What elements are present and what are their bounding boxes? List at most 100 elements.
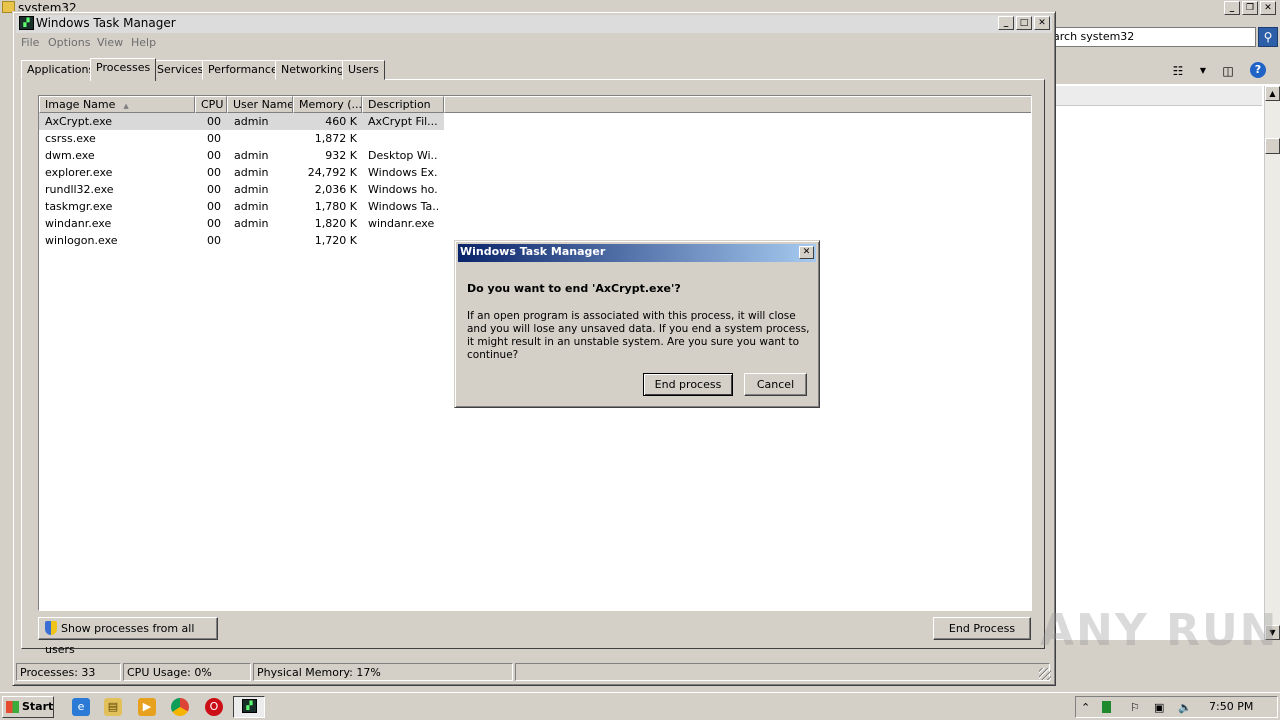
process-name: explorer.exe	[45, 166, 113, 179]
opera-icon[interactable]: O	[205, 698, 223, 716]
process-description: Desktop Wi...	[368, 149, 438, 162]
dialog-message: If an open program is associated with th…	[467, 310, 810, 361]
process-cpu: 00	[207, 115, 221, 128]
dialog-title: Windows Task Manager	[460, 245, 606, 258]
table-row[interactable]: dwm.exe 00 admin 932 K Desktop Wi...	[39, 147, 1031, 164]
process-description: Windows Ex...	[368, 166, 438, 179]
column-cpu[interactable]: CPU	[195, 96, 227, 113]
process-cpu: 00	[207, 234, 221, 247]
process-user: admin	[234, 217, 269, 230]
resize-grip[interactable]	[1039, 668, 1051, 680]
process-name: csrss.exe	[45, 132, 96, 145]
windows-logo-icon	[6, 701, 19, 713]
help-icon[interactable]: ?	[1250, 62, 1266, 78]
confirm-end-process-button[interactable]: End process	[643, 373, 733, 396]
system-tray: ⌃ ⚐ ▣ 🔈 7:50 PM	[1075, 696, 1278, 718]
column-memory[interactable]: Memory (...	[293, 96, 362, 113]
restore-button[interactable]: ❐	[1242, 1, 1258, 15]
network-status-icon[interactable]	[1102, 701, 1111, 713]
minimize-button[interactable]: _	[998, 16, 1014, 30]
network-icon[interactable]: ▣	[1154, 701, 1164, 714]
column-filler	[444, 96, 1031, 113]
status-cpu-usage: CPU Usage: 0%	[123, 663, 251, 681]
search-icon[interactable]: ⚲	[1258, 27, 1278, 47]
close-button[interactable]: ✕	[1260, 1, 1276, 15]
explorer-column-header	[1056, 86, 1262, 106]
taskbar-task-manager[interactable]: ▞	[233, 696, 265, 718]
process-cpu: 00	[207, 217, 221, 230]
menu-file[interactable]: File	[21, 36, 39, 49]
table-row[interactable]: rundll32.exe 00 admin 2,036 K Windows ho...	[39, 181, 1031, 198]
process-name: taskmgr.exe	[45, 200, 113, 213]
process-user	[234, 130, 294, 147]
process-memory: 1,872 K	[314, 132, 357, 145]
explorer-left-edge	[0, 18, 12, 640]
show-all-processes-label: Show processes from all users	[45, 622, 195, 656]
process-user: admin	[234, 115, 269, 128]
chrome-icon[interactable]	[171, 698, 189, 716]
sort-ascending-icon: ▲	[123, 102, 129, 110]
process-cpu: 00	[207, 132, 221, 145]
search-input[interactable]: arch system32	[1048, 27, 1256, 47]
tab-services[interactable]: Services	[151, 60, 210, 80]
column-description[interactable]: Description	[362, 96, 444, 113]
minimize-button[interactable]: _	[1224, 1, 1240, 15]
menu-help[interactable]: Help	[131, 36, 156, 49]
table-row[interactable]: taskmgr.exe 00 admin 1,780 K Windows Ta...	[39, 198, 1031, 215]
process-memory: 460 K	[325, 115, 357, 128]
internet-explorer-icon[interactable]: e	[72, 698, 90, 716]
tab-networking[interactable]: Networking	[275, 60, 350, 80]
close-button[interactable]: ✕	[1034, 16, 1050, 30]
menu-options[interactable]: Options	[48, 36, 90, 49]
status-bar: Processes: 33 CPU Usage: 0% Physical Mem…	[16, 663, 1052, 681]
maximize-button[interactable]: □	[1016, 16, 1032, 30]
start-button[interactable]: Start	[2, 696, 54, 718]
end-process-dialog: Windows Task Manager ✕ Do you want to en…	[454, 240, 820, 408]
process-memory: 2,036 K	[314, 183, 357, 196]
process-description	[368, 130, 438, 147]
dialog-titlebar[interactable]: Windows Task Manager ✕	[458, 244, 816, 262]
chevron-down-icon[interactable]: ▼	[1195, 64, 1211, 78]
clock[interactable]: 7:50 PM	[1209, 700, 1253, 713]
tab-performance[interactable]: Performance	[202, 60, 284, 80]
process-name: dwm.exe	[45, 149, 95, 162]
task-manager-icon: ▞	[242, 699, 257, 713]
process-cpu: 00	[207, 166, 221, 179]
column-image-name[interactable]: Image Name ▲	[39, 96, 195, 113]
show-hidden-icons-icon[interactable]: ⌃	[1081, 701, 1090, 714]
table-row[interactable]: csrss.exe 00 1,872 K	[39, 130, 1031, 147]
scroll-thumb[interactable]	[1265, 138, 1280, 154]
media-player-icon[interactable]: ▶	[138, 698, 156, 716]
explorer-scrollbar[interactable]: ▲ ▼	[1264, 86, 1280, 640]
close-icon[interactable]: ✕	[799, 246, 814, 259]
tab-applications[interactable]: Applications	[21, 60, 101, 80]
process-memory: 932 K	[325, 149, 357, 162]
taskbar: Start e ▤ ▶ O ▞ ⌃ ⚐ ▣ 🔈 7:50 PM	[0, 692, 1280, 720]
process-user: admin	[234, 149, 269, 162]
process-memory: 1,820 K	[314, 217, 357, 230]
tab-users[interactable]: Users	[342, 60, 385, 80]
column-user-name[interactable]: User Name	[227, 96, 293, 113]
scroll-up-icon[interactable]: ▲	[1265, 86, 1280, 101]
show-all-processes-button[interactable]: Show processes from all users	[38, 617, 218, 656]
process-memory: 1,720 K	[314, 234, 357, 247]
uac-shield-icon	[45, 621, 57, 635]
table-row[interactable]: explorer.exe 00 admin 24,792 K Windows Ex...	[39, 164, 1031, 181]
process-description: Windows Ta...	[368, 200, 438, 213]
task-manager-icon: ▞	[19, 16, 34, 30]
process-user	[234, 232, 294, 249]
end-process-button[interactable]: End Process	[933, 617, 1031, 640]
preview-pane-icon[interactable]: ◫	[1220, 64, 1236, 78]
volume-icon[interactable]: 🔈	[1178, 701, 1192, 714]
process-name: winlogon.exe	[45, 234, 118, 247]
table-row[interactable]: windanr.exe 00 admin 1,820 K windanr.exe	[39, 215, 1031, 232]
menu-view[interactable]: View	[97, 36, 123, 49]
process-cpu: 00	[207, 183, 221, 196]
tab-processes[interactable]: Processes	[90, 58, 157, 81]
view-options-icon[interactable]: ☷	[1170, 64, 1186, 78]
action-center-flag-icon[interactable]: ⚐	[1130, 701, 1140, 714]
task-manager-titlebar[interactable]: ▞ Windows Task Manager _ □ ✕	[16, 15, 1052, 33]
file-explorer-icon[interactable]: ▤	[104, 698, 122, 716]
table-row[interactable]: AxCrypt.exe 00 admin 460 K AxCrypt Fil...	[39, 113, 1031, 130]
cancel-button[interactable]: Cancel	[744, 373, 807, 396]
